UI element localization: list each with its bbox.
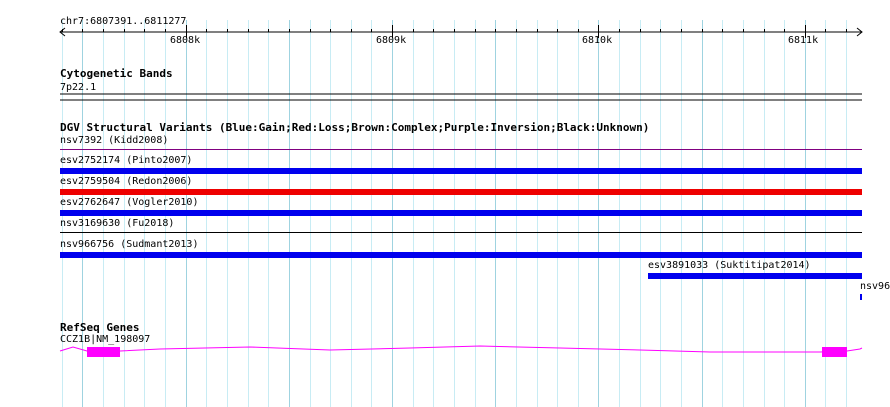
dgv-feature-label[interactable]: nsv96 bbox=[860, 281, 890, 293]
dgv-feature-bar[interactable] bbox=[60, 210, 862, 216]
dgv-feature-label[interactable]: nsv7392 (Kidd2008) bbox=[60, 135, 168, 147]
dgv-feature-label[interactable]: nsv966756 (Sudmant2013) bbox=[60, 239, 198, 251]
gene-label[interactable]: CCZ1B|NM_198097 bbox=[60, 334, 150, 346]
refseq-track-title[interactable]: RefSeq Genes bbox=[60, 322, 139, 334]
ruler-tick-label: 6811k bbox=[788, 35, 819, 46]
dgv-feature-label[interactable]: esv3891033 (Suktitipat2014) bbox=[648, 260, 811, 272]
dgv-feature-label[interactable]: nsv3169630 (Fu2018) bbox=[60, 218, 174, 230]
cytoband-label[interactable]: 7p22.1 bbox=[60, 82, 96, 94]
dgv-feature-bar[interactable] bbox=[60, 149, 862, 150]
dgv-feature-bar[interactable] bbox=[60, 232, 862, 233]
dgv-feature-bar[interactable] bbox=[60, 189, 862, 195]
dgv-track-title[interactable]: DGV Structural Variants (Blue:Gain;Red:L… bbox=[60, 122, 649, 134]
dgv-feature-bar[interactable] bbox=[60, 252, 862, 258]
ruler-tick-label: 6808k bbox=[170, 35, 201, 46]
dgv-features[interactable] bbox=[60, 149, 862, 300]
gene-exon[interactable] bbox=[87, 347, 120, 357]
dgv-feature-label[interactable]: esv2752174 (Pinto2007) bbox=[60, 155, 192, 167]
position-label: chr7:6807391..6811277 bbox=[60, 16, 187, 27]
ruler-tick-label: 6810k bbox=[582, 35, 613, 46]
dgv-feature-bar[interactable] bbox=[648, 273, 862, 279]
gene-exon[interactable] bbox=[822, 347, 847, 357]
dgv-feature-bar[interactable] bbox=[60, 168, 862, 174]
dgv-feature-label[interactable]: esv2759504 (Redon2006) bbox=[60, 176, 192, 188]
ruler-tick-label: 6809k bbox=[376, 35, 407, 46]
dgv-feature-label[interactable]: esv2762647 (Vogler2010) bbox=[60, 197, 198, 209]
refseq-gene-model[interactable] bbox=[59, 345, 863, 357]
cytoband-track-title[interactable]: Cytogenetic Bands bbox=[60, 68, 173, 80]
dgv-feature-bar[interactable] bbox=[860, 294, 862, 300]
gene-intron-line bbox=[59, 345, 863, 353]
